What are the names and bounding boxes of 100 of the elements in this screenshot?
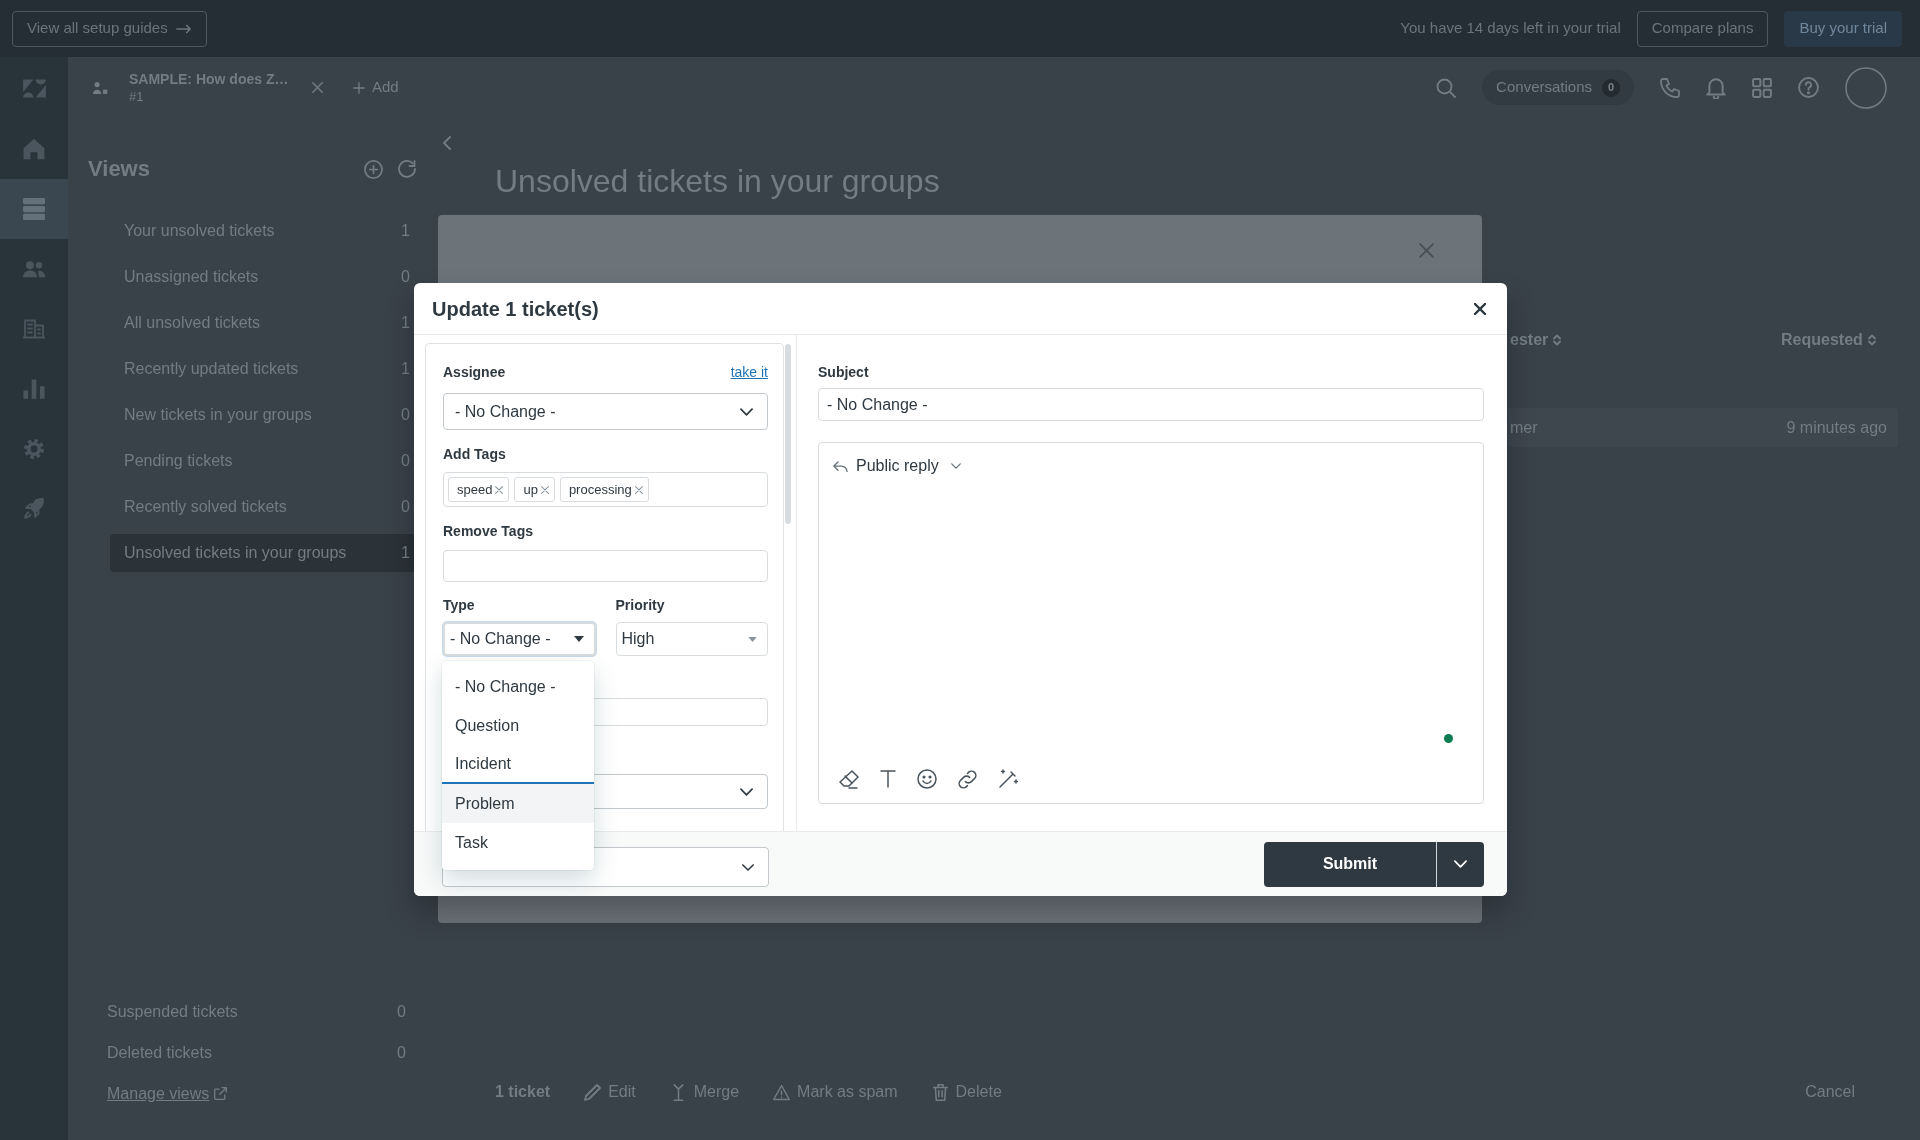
view-item[interactable]: Unassigned tickets 0 (110, 258, 416, 296)
user-icon (92, 80, 109, 95)
type-select[interactable]: - No Change - (443, 622, 596, 656)
settings-icon (23, 438, 45, 460)
dropdown-option[interactable]: Problem (442, 784, 594, 823)
smiley-icon[interactable] (917, 769, 937, 789)
users-icon (23, 258, 45, 280)
view-count: 0 (397, 1042, 406, 1063)
cancel-button[interactable]: Cancel (1805, 1080, 1855, 1104)
phone-icon[interactable] (1660, 77, 1680, 98)
close-icon[interactable] (1419, 243, 1434, 258)
chevron-down-icon (950, 463, 961, 469)
take-it-link[interactable]: take it (730, 362, 768, 382)
tag-chip[interactable]: processing (559, 477, 649, 502)
bell-icon[interactable] (1706, 76, 1726, 99)
nav-button[interactable] (0, 179, 68, 239)
count-badge: 0 (1602, 78, 1620, 97)
sort-icon (1867, 334, 1876, 346)
tag-label: processing (568, 480, 632, 499)
add-icon[interactable] (364, 159, 383, 179)
plus-icon (353, 81, 365, 94)
dropdown-option[interactable]: Task (442, 823, 594, 862)
field-label: Priority (615, 596, 666, 615)
dropdown-option[interactable]: - No Change - (442, 667, 594, 706)
dropdown-option[interactable]: Question (442, 706, 594, 745)
close-icon (312, 82, 323, 93)
text-format-icon[interactable] (880, 770, 896, 788)
setup-guides-button[interactable]: View all setup guides (12, 10, 207, 47)
assignee-select[interactable]: - No Change - (443, 393, 768, 430)
home-icon (23, 138, 45, 160)
compare-plans-button[interactable]: Compare plans (1636, 10, 1769, 47)
view-link[interactable]: Suspended tickets (107, 999, 238, 1024)
close-tab-button[interactable] (312, 82, 323, 93)
magic-wand-icon[interactable] (998, 769, 1018, 789)
bulk-action-button[interactable]: Mark as spam (773, 1080, 898, 1104)
caret-icon (573, 636, 584, 642)
remove-icon[interactable] (634, 485, 643, 494)
remove-icon[interactable] (540, 485, 549, 494)
status-dot-icon (1444, 734, 1453, 743)
view-item[interactable]: Your unsolved tickets 1 (110, 212, 416, 250)
trash-icon (931, 1083, 949, 1101)
conversations-button[interactable]: Conversations 0 (1482, 70, 1634, 105)
view-count: 0 (397, 1001, 406, 1022)
scrollbar-thumb[interactable] (785, 344, 791, 524)
views-title: Views (88, 155, 150, 183)
view-item[interactable]: Recently solved tickets 0 (110, 488, 416, 526)
view-count: 0 (401, 405, 410, 425)
page-title: Unsolved tickets in your groups (495, 162, 941, 201)
column-header[interactable]: ester (1510, 328, 1549, 352)
view-count: 1 (401, 221, 410, 241)
chevron-down-icon (1454, 860, 1467, 868)
link-icon[interactable] (958, 769, 977, 789)
submit-options-button[interactable] (1436, 841, 1484, 887)
arrow-right-icon (175, 23, 192, 34)
dialog-title: Update 1 ticket(s) (432, 296, 599, 322)
selection-count: 1 ticket (495, 1082, 551, 1102)
view-item[interactable]: New tickets in your groups 0 (110, 396, 416, 434)
avatar-icon[interactable] (1845, 66, 1887, 109)
remove-tags-field[interactable] (443, 550, 768, 582)
reply-mode-button[interactable]: Public reply (833, 454, 961, 478)
view-item[interactable]: Pending tickets 0 (110, 442, 416, 480)
view-link[interactable]: Deleted tickets (107, 1040, 212, 1065)
view-item[interactable]: Recently updated tickets 1 (110, 350, 416, 388)
priority-select[interactable]: High (615, 622, 768, 656)
chevron-down-icon (742, 863, 754, 871)
view-count: 1 (401, 313, 410, 333)
bulk-action-button[interactable]: Delete (931, 1080, 1002, 1104)
search-icon[interactable] (1436, 77, 1457, 98)
pencil-icon (584, 1083, 602, 1101)
buy-button[interactable]: Buy your trial (1784, 10, 1902, 47)
refresh-icon[interactable] (398, 160, 416, 178)
view-count: 0 (401, 497, 410, 517)
chevron-down-icon (740, 787, 753, 796)
chevron-left-icon[interactable] (443, 136, 451, 150)
view-item[interactable]: Unsolved tickets in your groups 1 (110, 534, 416, 572)
view-item[interactable]: All unsolved tickets 1 (110, 304, 416, 342)
help-icon[interactable] (1798, 77, 1819, 98)
tag-label: up (523, 480, 538, 499)
eraser-icon[interactable] (839, 769, 859, 789)
manage-views-link[interactable]: Manage views (107, 1081, 210, 1106)
reply-arrow-icon (833, 460, 848, 472)
remove-icon[interactable] (495, 485, 504, 494)
view-count: 1 (401, 543, 410, 563)
subject-field[interactable]: - No Change - (818, 388, 1484, 421)
bulk-action-button[interactable]: Edit (584, 1080, 636, 1104)
tag-chip[interactable]: up (514, 477, 555, 502)
column-header[interactable]: Requested (1781, 328, 1863, 352)
external-link-icon (214, 1087, 228, 1100)
tab-subtitle: #1 (129, 88, 145, 105)
tag-label: speed (457, 480, 493, 499)
bar-chart-icon (23, 378, 45, 400)
close-button[interactable] (1474, 302, 1486, 315)
grid-icon[interactable] (1752, 77, 1772, 98)
tag-chip[interactable]: speed (448, 477, 510, 502)
add-tab-button[interactable]: Add (353, 76, 399, 99)
tags-field[interactable]: speed up processing (443, 472, 768, 507)
reply-editor[interactable]: Public reply (818, 442, 1484, 804)
field-label: Add Tags (443, 445, 507, 464)
bulk-action-button[interactable]: Merge (669, 1080, 740, 1104)
submit-button[interactable]: Submit (1264, 841, 1436, 887)
